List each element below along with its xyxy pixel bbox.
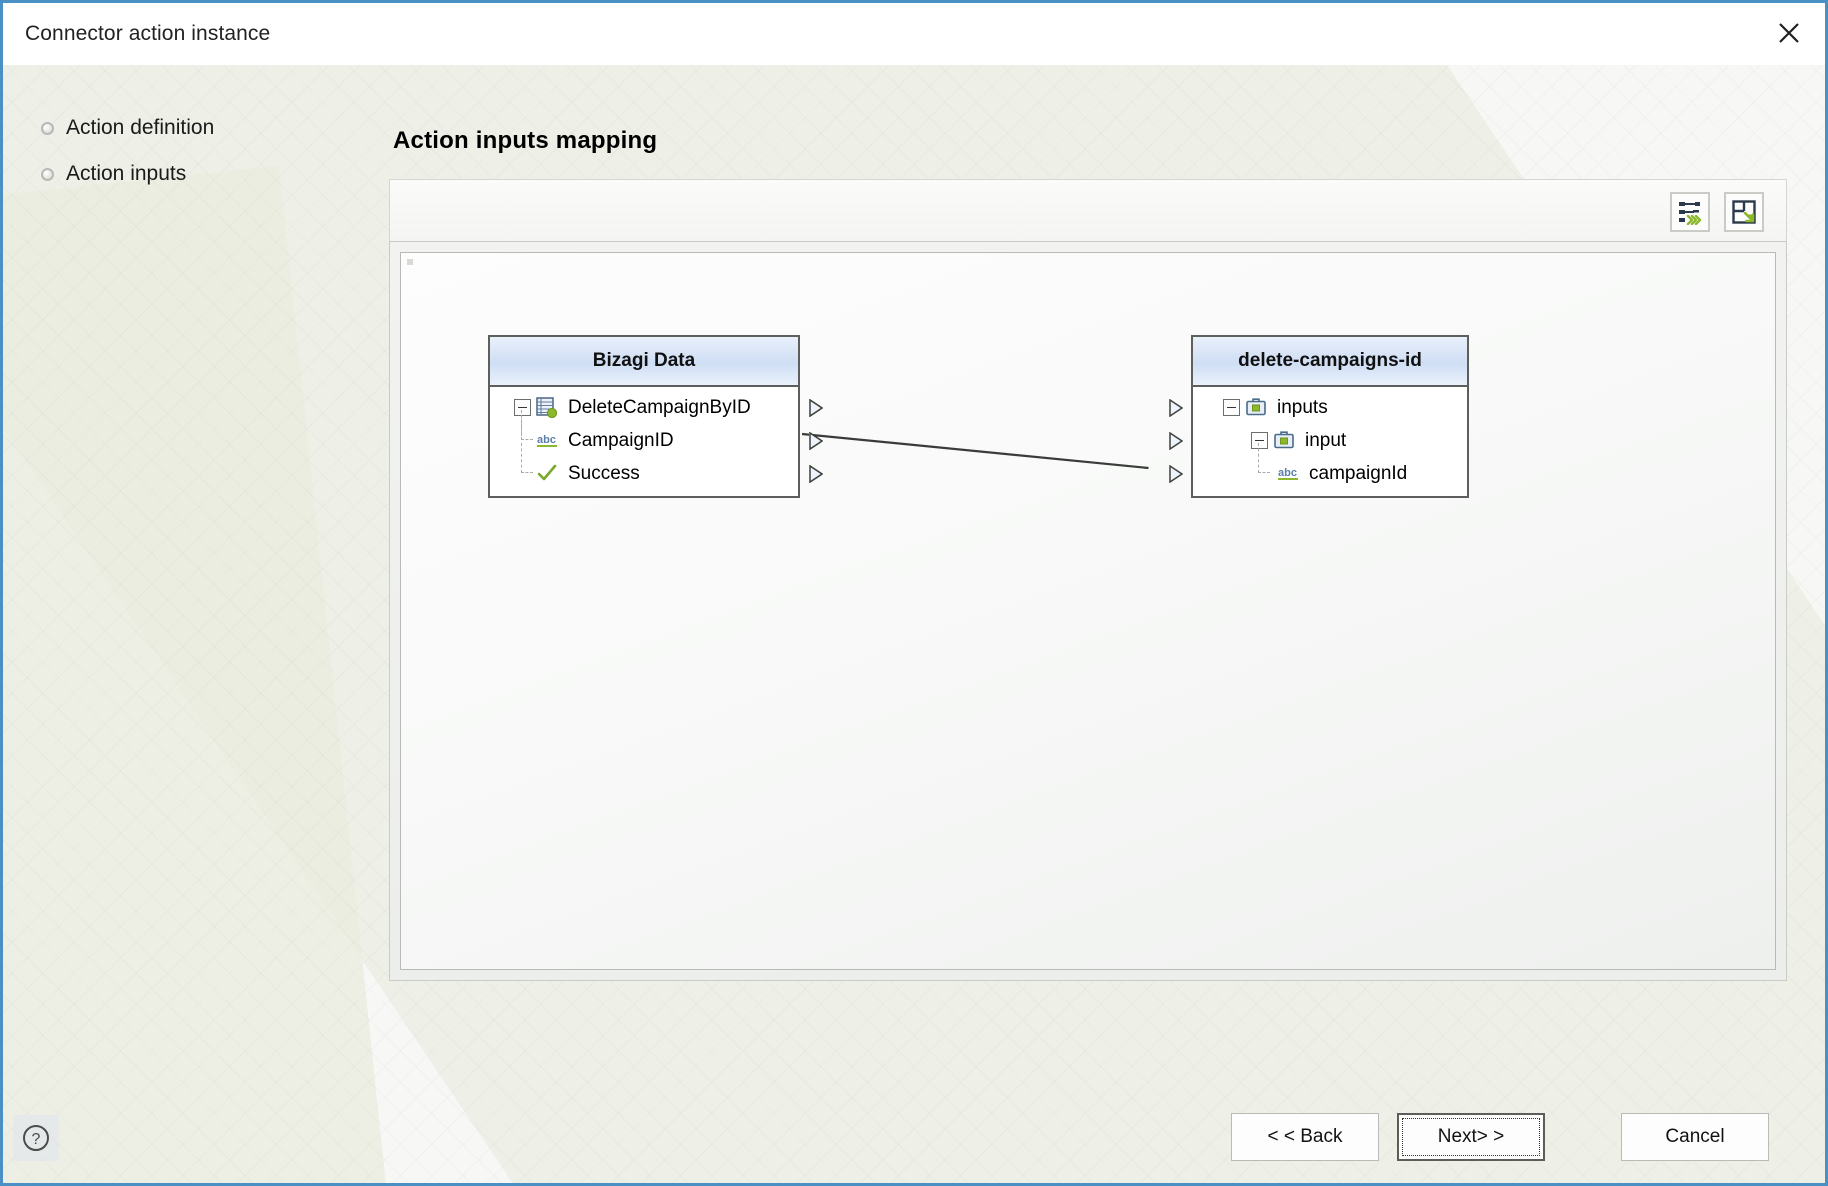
mapping-canvas-frame: Bizagi Data <box>389 241 1787 981</box>
tree-row-label: input <box>1305 431 1346 450</box>
close-icon[interactable] <box>1761 7 1817 59</box>
tree-row-success[interactable]: Success <box>490 457 798 490</box>
tree-row-campaignid-target[interactable]: abc campaignId <box>1193 457 1467 490</box>
tree-row-input[interactable]: input <box>1193 424 1467 457</box>
target-node-delete-campaigns-id[interactable]: delete-campaigns-id <box>1191 335 1469 498</box>
source-node-bizagi-data[interactable]: Bizagi Data <box>488 335 800 498</box>
abc-string-icon: abc <box>536 430 560 452</box>
briefcase-icon <box>1273 430 1297 452</box>
auto-arrange-icon <box>1731 199 1757 225</box>
sidebar-item-action-definition[interactable]: Action definition <box>3 113 389 143</box>
tree-connector-elbow <box>521 410 533 440</box>
tree-row-label: inputs <box>1277 398 1328 417</box>
briefcase-icon <box>1245 397 1269 419</box>
tree-row-label: campaignId <box>1309 464 1407 483</box>
mapper-toolbar <box>389 179 1787 241</box>
title-bar: Connector action instance <box>3 3 1825 65</box>
cancel-button[interactable]: Cancel <box>1621 1113 1769 1161</box>
next-button[interactable]: Next> > <box>1397 1113 1545 1161</box>
collapse-minus-icon[interactable] <box>1223 399 1240 416</box>
canvas-resize-handle[interactable] <box>407 259 413 265</box>
abc-string-icon: abc <box>1277 463 1301 485</box>
page-title: Action inputs mapping <box>393 127 657 155</box>
auto-map-icon <box>1677 199 1703 225</box>
connection-campaignid-to-campaignid <box>802 434 1148 468</box>
check-boolean-icon <box>536 463 560 485</box>
tree-row-label: CampaignID <box>568 431 674 450</box>
sidebar-item-label: Action definition <box>66 116 214 140</box>
dialog-body: Action definition Action inputs Action i… <box>3 65 1825 1183</box>
input-port-input[interactable] <box>1169 432 1182 450</box>
bullet-icon <box>41 122 54 135</box>
main-content: Action inputs mapping <box>389 65 1825 1183</box>
tree-connector-elbow <box>1258 443 1270 473</box>
target-node-title: delete-campaigns-id <box>1193 337 1467 387</box>
help-icon[interactable]: ? <box>13 1115 59 1161</box>
window-title: Connector action instance <box>25 22 270 46</box>
back-button[interactable]: < < Back <box>1231 1113 1379 1161</box>
tree-row-deletecampaignbyid[interactable]: DeleteCampaignByID <box>490 391 798 424</box>
entity-icon <box>536 397 560 419</box>
tree-row-campaignid[interactable]: abc CampaignID <box>490 424 798 457</box>
tree-row-inputs[interactable]: inputs <box>1193 391 1467 424</box>
input-port-inputs[interactable] <box>1169 399 1182 417</box>
tree-connector-elbow <box>521 443 533 473</box>
wizard-steps-sidebar: Action definition Action inputs <box>3 65 389 1183</box>
mapping-canvas[interactable]: Bizagi Data <box>400 252 1776 970</box>
input-port-campaignid[interactable] <box>1169 465 1182 483</box>
sidebar-item-action-inputs[interactable]: Action inputs <box>3 159 389 189</box>
auto-map-button[interactable] <box>1670 192 1710 232</box>
auto-arrange-button[interactable] <box>1724 192 1764 232</box>
dialog-footer: ? < < Back Next> > Cancel <box>3 1063 1825 1183</box>
tree-row-label: Success <box>568 464 640 483</box>
source-node-title: Bizagi Data <box>490 337 798 387</box>
bullet-icon <box>41 168 54 181</box>
output-port-deletecampaignbyid[interactable] <box>809 399 822 417</box>
output-port-campaignid[interactable] <box>809 432 822 450</box>
connector-action-instance-dialog: Connector action instance Action definit… <box>0 0 1828 1186</box>
source-node-rows: DeleteCampaignByID <box>490 387 798 496</box>
sidebar-item-label: Action inputs <box>66 162 186 186</box>
svg-text:?: ? <box>32 1131 41 1148</box>
target-node-rows: inputs <box>1193 387 1467 496</box>
tree-row-label: DeleteCampaignByID <box>568 398 751 417</box>
svg-text:abc: abc <box>1278 467 1297 479</box>
svg-text:abc: abc <box>537 434 556 446</box>
output-port-success[interactable] <box>809 465 822 483</box>
